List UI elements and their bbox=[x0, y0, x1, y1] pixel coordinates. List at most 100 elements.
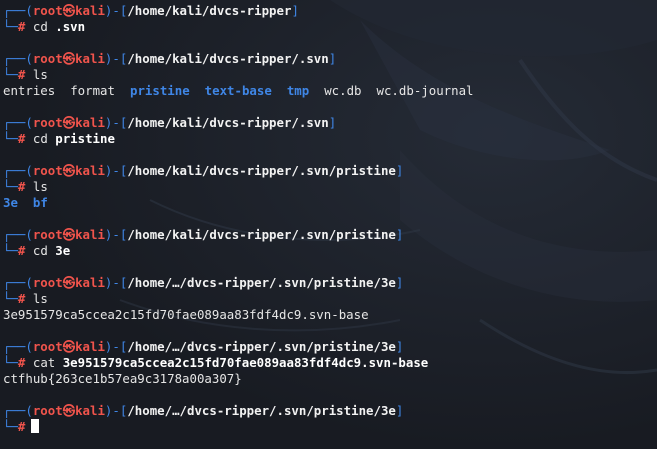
prompt-box-mid: )-[ bbox=[104, 275, 128, 290]
prompt-box-open: ┌──( bbox=[3, 227, 33, 242]
prompt-host: kali bbox=[75, 227, 105, 242]
prompt-header: ┌──(root㉿kali)-[/home/kali/dvcs-ripper/.… bbox=[3, 227, 657, 243]
prompt-box-close: ] bbox=[395, 339, 404, 354]
prompt-header: ┌──(root㉿kali)-[/home/…/dvcs-ripper/.svn… bbox=[3, 275, 657, 291]
command-name: cat bbox=[32, 355, 56, 370]
prompt-header: ┌──(root㉿kali)-[/home/kali/dvcs-ripper/.… bbox=[3, 163, 657, 179]
prompt-symbol: # bbox=[17, 291, 26, 306]
prompt-box-mid: )-[ bbox=[104, 163, 128, 178]
prompt-box-corner: └─ bbox=[3, 355, 18, 370]
command-name: ls bbox=[32, 67, 48, 82]
skull-icon: ㉿ bbox=[62, 51, 76, 66]
prompt-header: ┌──(root㉿kali)-[/home/kali/dvcs-ripper/.… bbox=[3, 51, 657, 67]
file-entry: 3e951579ca5ccea2c15fd70fae089aa83fdf4dc9… bbox=[3, 307, 369, 322]
prompt-box-close: ] bbox=[291, 3, 299, 18]
prompt-box-close: ] bbox=[328, 51, 337, 66]
skull-icon: ㉿ bbox=[62, 339, 76, 354]
command-name: cd bbox=[32, 19, 48, 34]
prompt-box-corner: └─ bbox=[3, 243, 18, 258]
prompt-box-close: ] bbox=[395, 227, 404, 242]
prompt-symbol: # bbox=[17, 419, 26, 434]
prompt-host: kali bbox=[75, 3, 105, 18]
skull-icon: ㉿ bbox=[62, 115, 76, 130]
command-name: cd bbox=[32, 131, 48, 146]
file-entry: ctfhub{263ce1b57ea9c3178a00a307} bbox=[3, 371, 242, 386]
prompt-box-mid: )-[ bbox=[104, 3, 128, 18]
skull-icon: ㉿ bbox=[62, 3, 76, 18]
command-argument: .svn bbox=[55, 19, 86, 34]
prompt-box-open: ┌──( bbox=[3, 163, 33, 178]
prompt-path: /home/…/dvcs-ripper/.svn/pristine/3e bbox=[127, 339, 396, 354]
prompt-box-open: ┌──( bbox=[3, 403, 33, 418]
prompt-box-corner: └─ bbox=[3, 19, 18, 34]
command-line: └─# cd 3e bbox=[3, 243, 657, 259]
prompt-user: root bbox=[32, 275, 63, 290]
command-output: 3e bf bbox=[3, 195, 657, 211]
current-command-line[interactable]: └─# bbox=[3, 419, 657, 435]
prompt-header: ┌──(root㉿kali)-[/home/…/dvcs-ripper/.svn… bbox=[3, 403, 657, 419]
prompt-symbol: # bbox=[17, 243, 26, 258]
cursor[interactable] bbox=[31, 419, 40, 433]
prompt-host: kali bbox=[75, 115, 105, 130]
command-line: └─# ls bbox=[3, 291, 657, 307]
skull-icon: ㉿ bbox=[62, 275, 76, 290]
prompt-box-corner: └─ bbox=[3, 419, 18, 434]
skull-icon: ㉿ bbox=[62, 227, 76, 242]
prompt-header: ┌──(root㉿kali)-[/home/…/dvcs-ripper/.svn… bbox=[3, 339, 657, 355]
command-argument: pristine bbox=[55, 131, 115, 146]
prompt-user: root bbox=[32, 3, 63, 18]
file-entry: format bbox=[70, 83, 115, 98]
command-line: └─# cat 3e951579ca5ccea2c15fd70fae089aa8… bbox=[3, 355, 657, 371]
prompt-path: /home/kali/dvcs-ripper bbox=[127, 3, 292, 18]
command-argument: 3e951579ca5ccea2c15fd70fae089aa83fdf4dc9… bbox=[62, 355, 429, 370]
prompt-path: /home/…/dvcs-ripper/.svn/pristine/3e bbox=[127, 403, 396, 418]
prompt-box-open: ┌──( bbox=[3, 3, 33, 18]
prompt-host: kali bbox=[75, 163, 105, 178]
prompt-box-mid: )-[ bbox=[104, 403, 128, 418]
prompt-box-open: ┌──( bbox=[3, 339, 33, 354]
command-name: cd bbox=[32, 243, 48, 258]
command-line: └─# ls bbox=[3, 179, 657, 195]
prompt-path: /home/kali/dvcs-ripper/.svn bbox=[127, 51, 329, 66]
command-name: ls bbox=[32, 291, 48, 306]
prompt-user: root bbox=[32, 115, 63, 130]
prompt-box-close: ] bbox=[395, 403, 404, 418]
prompt-symbol: # bbox=[17, 131, 26, 146]
command-line: └─# cd .svn bbox=[3, 19, 657, 35]
directory-entry: pristine bbox=[129, 83, 190, 98]
directory-entry: text-base bbox=[204, 83, 272, 98]
command-line: └─# cd pristine bbox=[3, 131, 657, 147]
prompt-host: kali bbox=[75, 403, 105, 418]
prompt-host: kali bbox=[75, 51, 105, 66]
command-output: 3e951579ca5ccea2c15fd70fae089aa83fdf4dc9… bbox=[3, 307, 657, 323]
prompt-user: root bbox=[32, 339, 63, 354]
prompt-box-mid: )-[ bbox=[104, 115, 128, 130]
prompt-box-mid: )-[ bbox=[104, 51, 128, 66]
command-output: entries format pristine text-base tmp wc.db wc… bbox=[3, 83, 657, 99]
terminal-output[interactable]: ┌──(root㉿kali)-[/home/kali/dvcs-ripper] └… bbox=[3, 3, 657, 449]
prompt-symbol: # bbox=[17, 179, 26, 194]
prompt-box-open: ┌──( bbox=[3, 115, 33, 130]
prompt-host: kali bbox=[75, 275, 105, 290]
directory-entry: bf bbox=[32, 195, 48, 210]
prompt-header: ┌──(root㉿kali)-[/home/kali/dvcs-ripper] bbox=[3, 3, 657, 19]
command-argument: 3e bbox=[55, 243, 71, 258]
prompt-user: root bbox=[32, 227, 63, 242]
file-entry: wc.db bbox=[324, 83, 362, 98]
prompt-host: kali bbox=[75, 339, 105, 354]
prompt-user: root bbox=[32, 163, 63, 178]
prompt-box-close: ] bbox=[395, 163, 404, 178]
prompt-box-corner: └─ bbox=[3, 179, 18, 194]
file-entry: entries bbox=[3, 83, 56, 98]
command-output: ctfhub{263ce1b57ea9c3178a00a307} bbox=[3, 371, 657, 387]
prompt-box-close: ] bbox=[395, 275, 404, 290]
prompt-path: /home/kali/dvcs-ripper/.svn bbox=[127, 115, 329, 130]
prompt-box-corner: └─ bbox=[3, 291, 18, 306]
prompt-path: /home/…/dvcs-ripper/.svn/pristine/3e bbox=[127, 275, 396, 290]
